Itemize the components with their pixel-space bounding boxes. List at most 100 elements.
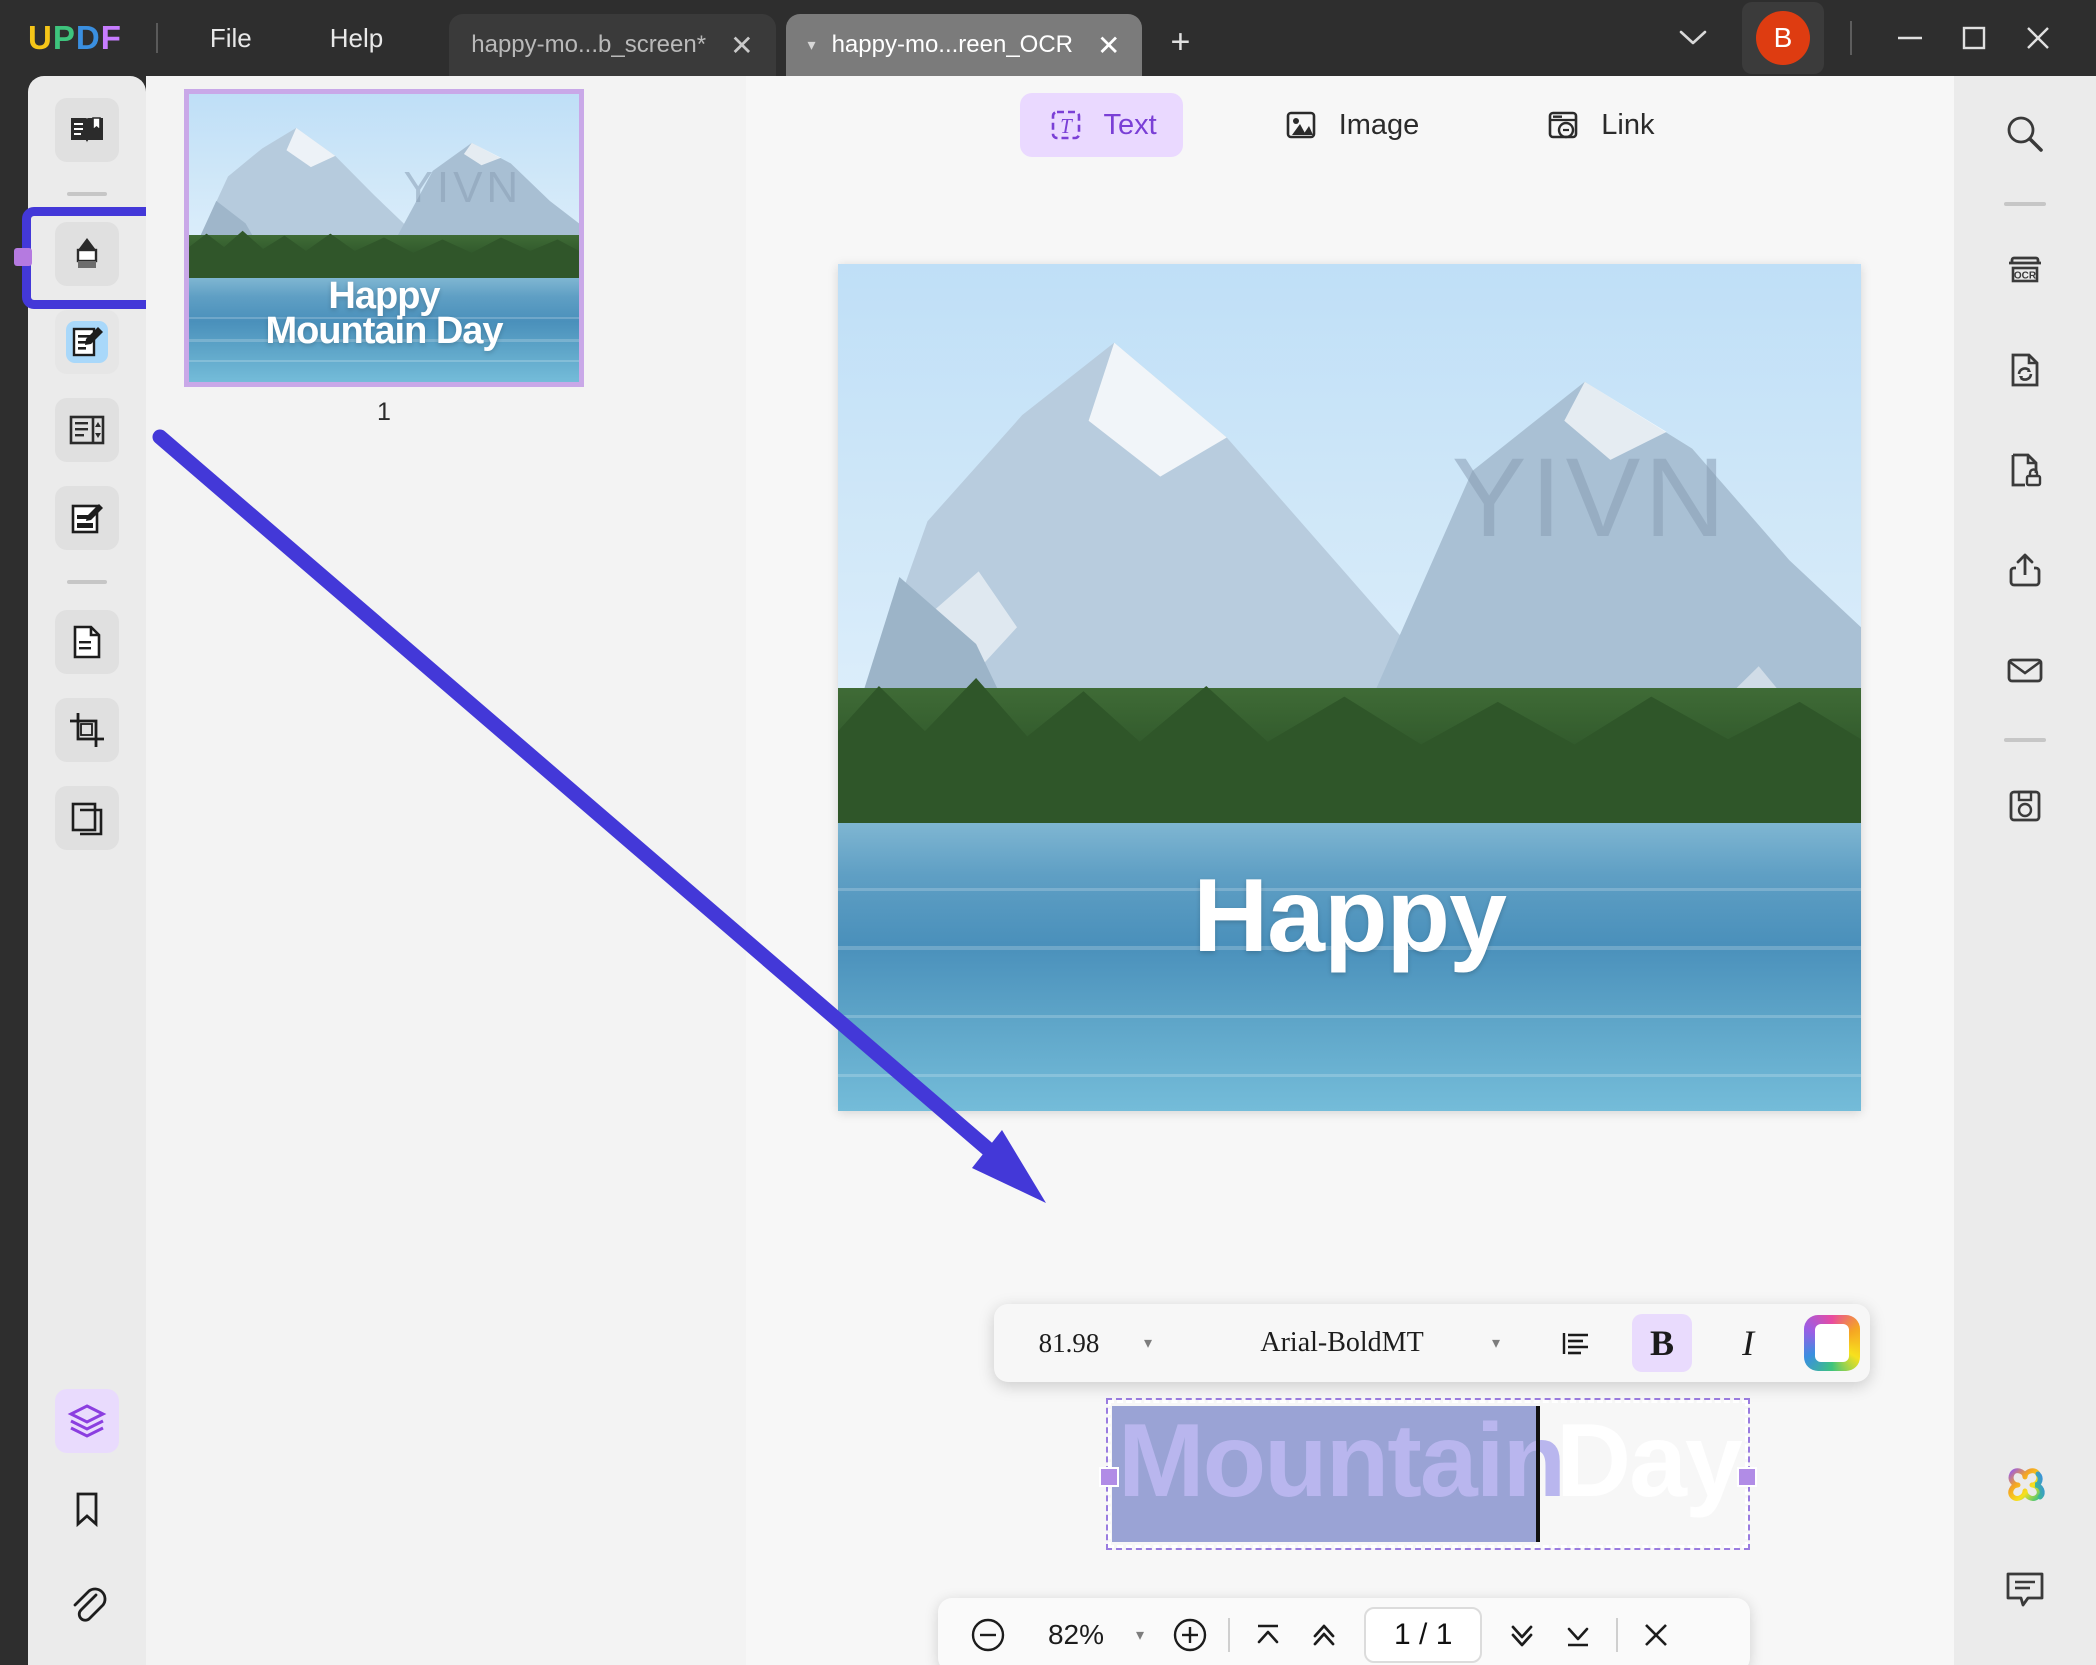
sidebar-item-layers[interactable]: [55, 1389, 119, 1453]
ai-clover-icon: [1997, 1461, 2053, 1517]
book-reader-icon: [66, 109, 108, 151]
comments-panel[interactable]: [1991, 1555, 2059, 1623]
thumbnail-panel: YIVN Happy Mountain Day 1: [146, 76, 746, 1665]
first-page-button[interactable]: [1240, 1607, 1296, 1663]
close-icon: [1637, 1616, 1675, 1654]
page-navigation-toolbar: 82% ▾ 1: [938, 1598, 1750, 1665]
logo-letter-d: D: [76, 19, 101, 57]
logo-letter-f: F: [101, 19, 122, 57]
font-size-value[interactable]: 81.98: [994, 1328, 1144, 1359]
sidebar-item-compare[interactable]: [55, 786, 119, 850]
maximize-icon[interactable]: [1942, 10, 2006, 66]
text-box-icon: T: [1046, 105, 1086, 145]
zoom-in-button[interactable]: [1162, 1607, 1218, 1663]
tab-happy-mo-b-screen[interactable]: happy-mo...b_screen* ✕: [449, 14, 775, 76]
previous-page-icon: [1304, 1615, 1344, 1655]
tab-close-icon[interactable]: ✕: [730, 29, 753, 62]
italic-button[interactable]: I: [1718, 1314, 1778, 1372]
compare-documents-icon: [66, 797, 108, 839]
sidebar-item-bookmarks[interactable]: [55, 1477, 119, 1541]
title-divider: [156, 23, 158, 53]
svg-text:T: T: [1060, 114, 1073, 138]
italic-label: I: [1742, 1322, 1754, 1364]
window-controls: B: [1656, 2, 2096, 74]
selection-handle-left[interactable]: [1099, 1467, 1119, 1487]
last-page-button[interactable]: [1550, 1607, 1606, 1663]
edit-tool-link[interactable]: Link: [1517, 93, 1680, 157]
edit-tool-image[interactable]: Image: [1255, 93, 1446, 157]
sidebar-item-crop[interactable]: [55, 698, 119, 762]
minimize-icon[interactable]: [1878, 10, 1942, 66]
font-family-value[interactable]: Arial-BoldMT: [1192, 1327, 1492, 1359]
window-divider: [1850, 21, 1852, 55]
align-button[interactable]: [1546, 1314, 1606, 1372]
rail-divider: [67, 192, 107, 196]
account-button[interactable]: B: [1742, 2, 1824, 74]
document-pages-icon: [66, 621, 108, 663]
sidebar-item-form[interactable]: [55, 486, 119, 550]
last-page-icon: [1558, 1615, 1598, 1655]
chevron-down-icon[interactable]: [1656, 13, 1730, 64]
minus-circle-icon: [966, 1613, 1010, 1657]
text-color-picker[interactable]: [1804, 1315, 1860, 1371]
new-tab-button[interactable]: +: [1170, 23, 1190, 62]
page-thumbnail-1[interactable]: YIVN Happy Mountain Day: [184, 89, 584, 387]
app-body: YIVN Happy Mountain Day 1 T Text: [0, 76, 2096, 1665]
sidebar-item-annotate[interactable]: [55, 222, 119, 286]
menu-help[interactable]: Help: [312, 17, 401, 60]
tab-title: happy-mo...b_screen*: [471, 31, 706, 59]
sidebar-item-attachments[interactable]: [55, 1571, 119, 1635]
lock-document-icon: [2002, 447, 2048, 493]
align-left-icon: [1557, 1324, 1595, 1362]
share-tool[interactable]: [1991, 536, 2059, 604]
zoom-out-button[interactable]: [960, 1607, 1016, 1663]
highlighter-marker-icon: [66, 233, 108, 275]
zoom-chevron-down-icon[interactable]: ▾: [1136, 1625, 1144, 1645]
sidebar-item-reader[interactable]: [55, 98, 119, 162]
rail-divider: [2004, 202, 2046, 206]
crop-icon: [66, 709, 108, 751]
menu-file[interactable]: File: [192, 17, 270, 60]
annotation-handle-dot: [14, 248, 32, 266]
edit-tool-text[interactable]: T Text: [1020, 93, 1183, 157]
sidebar-item-convert[interactable]: [55, 610, 119, 674]
close-icon[interactable]: [2006, 10, 2070, 66]
edit-tool-label: Image: [1339, 109, 1420, 142]
convert-tool[interactable]: [1991, 336, 2059, 404]
updf-window: U P D F File Help happy-mo...b_screen* ✕…: [0, 0, 2096, 1665]
comment-bubble-icon: [2000, 1564, 2050, 1614]
chevron-down-icon[interactable]: ▾: [808, 35, 816, 55]
save-disk-icon: [2002, 783, 2048, 829]
save-tool[interactable]: [1991, 772, 2059, 840]
search-tool[interactable]: [1991, 100, 2059, 168]
next-page-button[interactable]: [1494, 1607, 1550, 1663]
thumbnail-artwork: YIVN Happy Mountain Day: [189, 94, 579, 382]
selection-handle-right[interactable]: [1737, 1467, 1757, 1487]
email-tool[interactable]: [1991, 636, 2059, 704]
font-size-chevron-down-icon[interactable]: ▾: [1144, 1333, 1152, 1353]
layers-stack-icon: [65, 1399, 109, 1443]
page-artwork: YIVN Happy: [838, 264, 1861, 1111]
previous-page-button[interactable]: [1296, 1607, 1352, 1663]
text-box-selection-frame[interactable]: [1108, 1400, 1748, 1548]
close-navigation-button[interactable]: [1628, 1607, 1684, 1663]
link-window-icon: [1543, 105, 1583, 145]
ocr-tool[interactable]: OCR: [1991, 236, 2059, 304]
bold-button[interactable]: B: [1632, 1314, 1692, 1372]
font-family-chevron-down-icon[interactable]: ▾: [1492, 1333, 1500, 1353]
right-sidebar: OCR: [1954, 76, 2096, 1665]
bookmark-icon: [67, 1489, 107, 1529]
first-page-icon: [1248, 1615, 1288, 1655]
tab-close-icon[interactable]: ✕: [1097, 29, 1120, 62]
tab-happy-mo-reen-ocr[interactable]: ▾ happy-mo...reen_OCR ✕: [786, 14, 1143, 76]
sidebar-item-organize-pages[interactable]: [55, 398, 119, 462]
ai-assistant[interactable]: [1991, 1455, 2059, 1523]
edit-tool-label: Text: [1104, 109, 1157, 142]
pdf-page-canvas[interactable]: YIVN Happy: [838, 264, 1861, 1111]
edit-mode-toolbar: T Text Image: [746, 90, 1954, 160]
page-indicator-input[interactable]: 1 / 1: [1364, 1607, 1482, 1663]
logo-letter-u: U: [28, 19, 53, 57]
zoom-level-value[interactable]: 82%: [1016, 1619, 1136, 1651]
sidebar-item-edit-pdf[interactable]: [55, 310, 119, 374]
protect-tool[interactable]: [1991, 436, 2059, 504]
